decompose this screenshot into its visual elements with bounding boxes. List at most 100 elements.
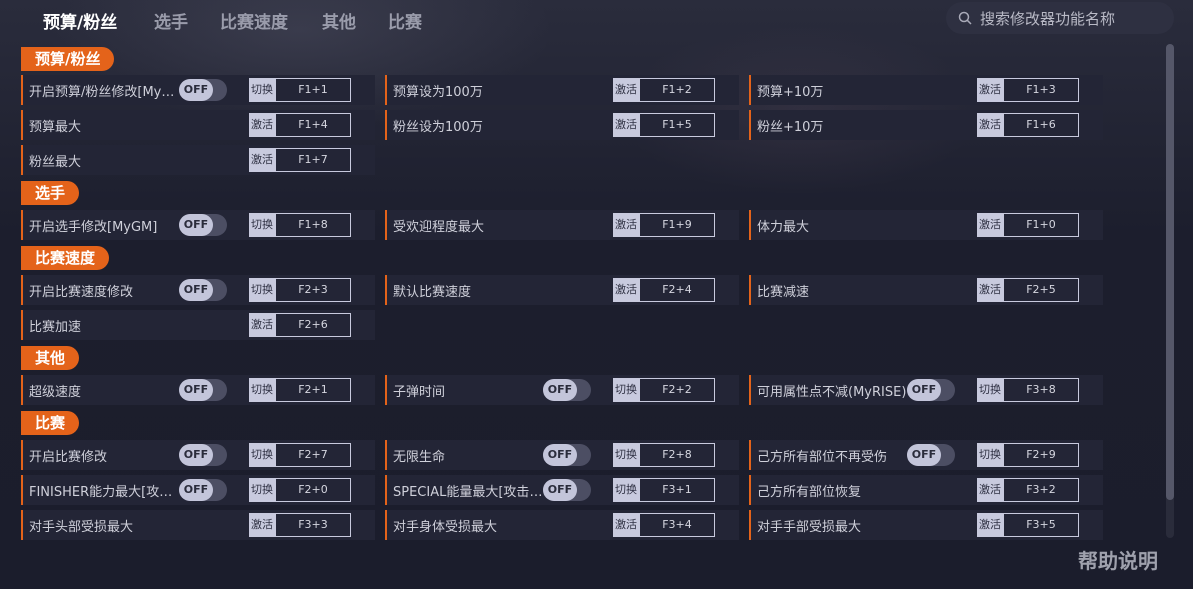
activate-button[interactable]: 激活	[613, 213, 639, 237]
toggle-button[interactable]: 切换	[249, 213, 275, 237]
search-box[interactable]	[946, 2, 1174, 34]
toggle-switch[interactable]: OFF	[543, 479, 591, 501]
toggle-switch[interactable]: OFF	[179, 479, 227, 501]
cheat-row: 开启选手修改[MyGM] OFF 切换 F1+8	[21, 210, 375, 240]
activate-button[interactable]: 激活	[977, 78, 1003, 102]
hotkey-field[interactable]: F1+8	[275, 213, 351, 237]
hotkey-field[interactable]: F2+9	[1003, 443, 1079, 467]
tab-match-speed[interactable]: 比赛速度	[220, 8, 288, 33]
hotkey-field[interactable]: F2+3	[275, 278, 351, 302]
cheat-label: 对手头部受损最大	[29, 520, 134, 535]
cheat-label: 预算最大	[29, 120, 82, 135]
hotkey-field[interactable]: F2+2	[639, 378, 715, 402]
toggle-switch[interactable]: OFF	[179, 379, 227, 401]
hotkey-field[interactable]: F3+3	[275, 513, 351, 537]
hotkey-field[interactable]: F2+7	[275, 443, 351, 467]
toggle-button[interactable]: 切换	[249, 78, 275, 102]
toggle-state: OFF	[543, 444, 577, 466]
toggle-button[interactable]: 切换	[249, 378, 275, 402]
hotkey-field[interactable]: F3+1	[639, 478, 715, 502]
toggle-button[interactable]: 切换	[249, 443, 275, 467]
activate-button[interactable]: 激活	[977, 113, 1003, 137]
scrollbar[interactable]	[1166, 44, 1174, 538]
cheat-label: 开启比赛修改	[29, 450, 108, 465]
section-header-budget-fans: 预算/粉丝	[21, 47, 115, 71]
toggle-button[interactable]: 切换	[977, 443, 1003, 467]
toggle-button[interactable]: 切换	[613, 378, 639, 402]
toggle-button[interactable]: 切换	[249, 478, 275, 502]
hotkey-field[interactable]: F1+5	[639, 113, 715, 137]
hotkey-field[interactable]: F1+6	[1003, 113, 1079, 137]
toggle-button[interactable]: 切换	[977, 378, 1003, 402]
hotkey-field[interactable]: F2+4	[639, 278, 715, 302]
toggle-switch[interactable]: OFF	[179, 214, 227, 236]
activate-button[interactable]: 激活	[249, 313, 275, 337]
activate-button[interactable]: 激活	[249, 148, 275, 172]
help-button[interactable]: 帮助说明	[1078, 545, 1158, 574]
activate-button[interactable]: 激活	[977, 513, 1003, 537]
toggle-switch[interactable]: OFF	[543, 379, 591, 401]
cheat-label: 超级速度	[29, 385, 82, 400]
activate-button[interactable]: 激活	[977, 278, 1003, 302]
hotkey-field[interactable]: F2+1	[275, 378, 351, 402]
toggle-state: OFF	[543, 479, 577, 501]
activate-button[interactable]: 激活	[613, 278, 639, 302]
activate-button[interactable]: 激活	[613, 513, 639, 537]
toggle-switch[interactable]: OFF	[179, 279, 227, 301]
hotkey-field[interactable]: F2+0	[275, 478, 351, 502]
cheat-row: 己方所有部位不再受伤 OFF 切换 F2+9	[749, 440, 1103, 470]
cheat-row: SPECIAL能量最大[攻击时] OFF 切换 F3+1	[385, 475, 739, 505]
hotkey-field[interactable]: F2+6	[275, 313, 351, 337]
activate-button[interactable]: 激活	[249, 113, 275, 137]
activate-button[interactable]: 激活	[249, 513, 275, 537]
cheat-label: 开启预算/粉丝修改[MyFaction]	[29, 85, 179, 100]
hotkey-field[interactable]: F1+9	[639, 213, 715, 237]
hotkey-field[interactable]: F1+2	[639, 78, 715, 102]
hotkey-field[interactable]: F1+3	[1003, 78, 1079, 102]
toggle-state: OFF	[179, 279, 213, 301]
scrollbar-thumb[interactable]	[1166, 44, 1174, 500]
cheat-label: SPECIAL能量最大[攻击时]	[393, 485, 543, 500]
tab-players[interactable]: 选手	[154, 8, 188, 33]
hotkey-field[interactable]: F2+5	[1003, 278, 1079, 302]
search-input[interactable]	[978, 6, 1168, 32]
toggle-state: OFF	[907, 444, 941, 466]
toggle-switch[interactable]: OFF	[179, 79, 227, 101]
tab-other[interactable]: 其他	[322, 8, 356, 33]
hotkey-field[interactable]: F1+0	[1003, 213, 1079, 237]
cheat-row: 开启预算/粉丝修改[MyFaction]OFF 切换F1+1	[21, 75, 375, 105]
cheat-row: 超级速度 OFF 切换 F2+1	[21, 375, 375, 405]
tab-match[interactable]: 比赛	[388, 8, 422, 33]
toggle-state: OFF	[179, 444, 213, 466]
toggle-switch[interactable]: OFF	[543, 444, 591, 466]
toggle-button[interactable]: 切换	[249, 278, 275, 302]
hotkey-field[interactable]: F3+5	[1003, 513, 1079, 537]
toggle-button[interactable]: 切换	[613, 478, 639, 502]
hotkey-field[interactable]: F3+4	[639, 513, 715, 537]
cheat-row: 体力最大 激活 F1+0	[749, 210, 1103, 240]
hotkey-field[interactable]: F1+4	[275, 113, 351, 137]
activate-button[interactable]: 激活	[613, 78, 639, 102]
cheat-label: 体力最大	[757, 220, 810, 235]
hotkey-field[interactable]: F1+1	[275, 78, 351, 102]
toggle-switch[interactable]: OFF	[179, 444, 227, 466]
hotkey-field[interactable]: F3+2	[1003, 478, 1079, 502]
toggle-button[interactable]: 切换	[613, 443, 639, 467]
section-header-match: 比赛	[21, 411, 80, 435]
hotkey-field[interactable]: F1+7	[275, 148, 351, 172]
toggle-switch[interactable]: OFF	[907, 444, 955, 466]
cheat-row: 预算设为100万 激活 F1+2	[385, 75, 739, 105]
section-header-other: 其他	[21, 346, 80, 370]
activate-button[interactable]: 激活	[977, 213, 1003, 237]
activate-button[interactable]: 激活	[613, 113, 639, 137]
activate-button[interactable]: 激活	[977, 478, 1003, 502]
cheat-label: 预算+10万	[757, 85, 824, 100]
hotkey-field[interactable]: F2+8	[639, 443, 715, 467]
cheat-label: 默认比赛速度	[393, 285, 472, 300]
cheat-row: 预算+10万 激活 F1+3	[749, 75, 1103, 105]
hotkey-field[interactable]: F3+8	[1003, 378, 1079, 402]
cheat-label: 粉丝设为100万	[393, 120, 483, 135]
toggle-switch[interactable]: OFF	[907, 379, 955, 401]
toggle-state: OFF	[179, 479, 213, 501]
tab-budget-fans[interactable]: 预算/粉丝	[43, 8, 117, 33]
